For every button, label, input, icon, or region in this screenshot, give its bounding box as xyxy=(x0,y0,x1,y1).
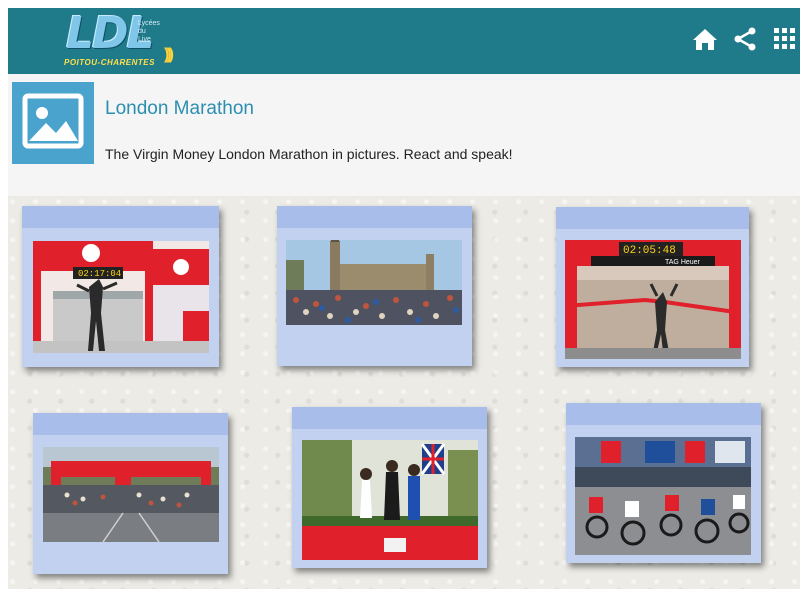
photo-card-header xyxy=(556,207,749,229)
photo-card-header xyxy=(277,206,472,228)
photo-card[interactable]: 02:17:04 xyxy=(22,206,219,367)
top-bar: LDL Lycées du Live POITOU-CHARENTES ))) xyxy=(8,8,800,74)
album-title: London Marathon xyxy=(105,98,254,119)
photo-card[interactable] xyxy=(277,206,472,366)
marathon-photo-start xyxy=(43,447,219,542)
photo-card[interactable] xyxy=(33,413,228,574)
photo-card[interactable] xyxy=(566,403,761,563)
photo-card-header xyxy=(566,403,761,425)
marathon-photo-finish: 02:17:04 xyxy=(33,241,209,353)
app-logo[interactable]: LDL Lycées du Live POITOU-CHARENTES ))) xyxy=(60,8,190,74)
toolbar-icons xyxy=(692,26,798,52)
photo-card-header xyxy=(292,407,487,429)
logo-region: POITOU-CHARENTES xyxy=(64,58,155,67)
photo-card[interactable]: 02:05:48 TAG Heuer xyxy=(556,207,749,367)
sponsor-banner: TAG Heuer xyxy=(665,259,701,266)
marathon-photo-winner: 02:05:48 TAG Heuer xyxy=(565,240,741,359)
finish-clock: 02:17:04 xyxy=(78,269,121,279)
photo-card-header xyxy=(22,206,219,228)
marathon-photo-wheelchair xyxy=(575,437,751,555)
album-thumbnail[interactable] xyxy=(12,82,94,164)
album-description: The Virgin Money London Marathon in pict… xyxy=(105,146,513,162)
photo-card-header xyxy=(33,413,228,435)
apps-grid-icon[interactable] xyxy=(772,26,798,52)
photo-gallery: 02:17:04 02:05:48 TAG Heuer xyxy=(8,196,800,589)
home-icon[interactable] xyxy=(692,26,718,52)
marathon-photo-podium xyxy=(302,440,478,560)
album-header: London Marathon The Virgin Money London … xyxy=(8,74,800,196)
finish-clock: 02:05:48 xyxy=(623,245,676,257)
broadcast-waves-icon: ))) xyxy=(164,46,174,63)
photo-card[interactable] xyxy=(292,407,487,568)
image-placeholder-icon xyxy=(22,93,84,154)
logo-tagline: Lycées du Live xyxy=(138,20,160,43)
marathon-photo-crowd xyxy=(286,240,462,325)
share-icon[interactable] xyxy=(732,26,758,52)
